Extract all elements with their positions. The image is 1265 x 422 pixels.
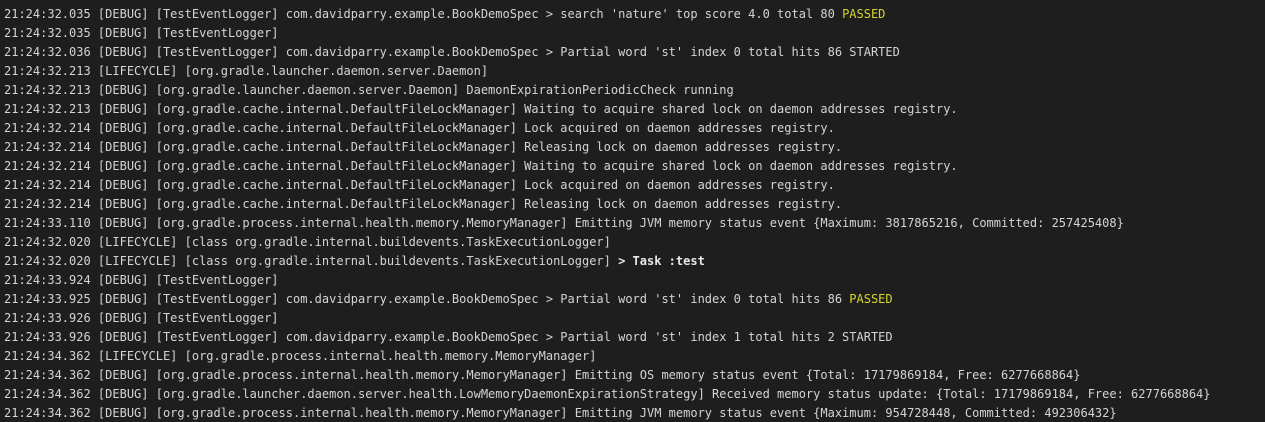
log-text: 21:24:32.213 [DEBUG] [org.gradle.launche… — [4, 83, 734, 97]
status-passed: PASSED — [849, 292, 893, 306]
log-line: 21:24:32.214 [DEBUG] [org.gradle.cache.i… — [4, 157, 1265, 176]
log-text: 21:24:32.036 [DEBUG] [TestEventLogger] c… — [4, 45, 900, 59]
log-line: 21:24:33.926 [DEBUG] [TestEventLogger] c… — [4, 328, 1265, 347]
log-text: 21:24:34.362 [DEBUG] [org.gradle.launche… — [4, 387, 1211, 401]
log-line: 21:24:32.213 [DEBUG] [org.gradle.launche… — [4, 81, 1265, 100]
log-line: 21:24:32.214 [DEBUG] [org.gradle.cache.i… — [4, 176, 1265, 195]
log-line: 21:24:33.926 [DEBUG] [TestEventLogger] — [4, 309, 1265, 328]
log-line: 21:24:32.214 [DEBUG] [org.gradle.cache.i… — [4, 138, 1265, 157]
log-line: 21:24:32.214 [DEBUG] [org.gradle.cache.i… — [4, 195, 1265, 214]
log-text: 21:24:32.214 [DEBUG] [org.gradle.cache.i… — [4, 178, 835, 192]
log-text: 21:24:32.213 [DEBUG] [org.gradle.cache.i… — [4, 102, 958, 116]
log-text: 21:24:32.214 [DEBUG] [org.gradle.cache.i… — [4, 197, 843, 211]
log-text: 21:24:32.214 [DEBUG] [org.gradle.cache.i… — [4, 121, 835, 135]
log-text: 21:24:32.020 [LIFECYCLE] [class org.grad… — [4, 235, 611, 249]
log-text: 21:24:33.926 [DEBUG] [TestEventLogger] c… — [4, 330, 893, 344]
log-text: 21:24:33.926 [DEBUG] [TestEventLogger] — [4, 311, 279, 325]
log-text: 21:24:32.214 [DEBUG] [org.gradle.cache.i… — [4, 140, 843, 154]
log-text: 21:24:33.925 [DEBUG] [TestEventLogger] c… — [4, 292, 850, 306]
log-line: 21:24:32.020 [LIFECYCLE] [class org.grad… — [4, 233, 1265, 252]
log-line: 21:24:32.020 [LIFECYCLE] [class org.grad… — [4, 252, 1265, 271]
log-line: 21:24:32.035 [DEBUG] [TestEventLogger] — [4, 24, 1265, 43]
log-text: 21:24:32.214 [DEBUG] [org.gradle.cache.i… — [4, 159, 958, 173]
log-text: 21:24:32.035 [DEBUG] [TestEventLogger] — [4, 26, 279, 40]
log-line: 21:24:32.214 [DEBUG] [org.gradle.cache.i… — [4, 119, 1265, 138]
log-text: 21:24:34.362 [DEBUG] [org.gradle.process… — [4, 368, 1081, 382]
log-line: 21:24:33.110 [DEBUG] [org.gradle.process… — [4, 214, 1265, 233]
log-line: 21:24:34.362 [DEBUG] [org.gradle.process… — [4, 366, 1265, 385]
terminal-output[interactable]: 21:24:32.035 [DEBUG] [TestEventLogger] c… — [0, 0, 1265, 422]
log-text: 21:24:32.213 [LIFECYCLE] [org.gradle.lau… — [4, 64, 489, 78]
log-text: 21:24:34.362 [LIFECYCLE] [org.gradle.pro… — [4, 349, 597, 363]
log-line: 21:24:32.213 [LIFECYCLE] [org.gradle.lau… — [4, 62, 1265, 81]
log-line: 21:24:33.924 [DEBUG] [TestEventLogger] — [4, 271, 1265, 290]
log-line: 21:24:34.362 [DEBUG] [org.gradle.process… — [4, 404, 1265, 422]
task-label: > Task :test — [618, 254, 705, 268]
log-line: 21:24:32.036 [DEBUG] [TestEventLogger] c… — [4, 43, 1265, 62]
log-line: 21:24:33.925 [DEBUG] [TestEventLogger] c… — [4, 290, 1265, 309]
log-text: 21:24:33.110 [DEBUG] [org.gradle.process… — [4, 216, 1124, 230]
log-text: 21:24:32.020 [LIFECYCLE] [class org.grad… — [4, 254, 619, 268]
log-line: 21:24:32.213 [DEBUG] [org.gradle.cache.i… — [4, 100, 1265, 119]
log-text: 21:24:33.924 [DEBUG] [TestEventLogger] — [4, 273, 279, 287]
log-line: 21:24:34.362 [DEBUG] [org.gradle.launche… — [4, 385, 1265, 404]
status-passed: PASSED — [842, 7, 886, 21]
log-text: 21:24:34.362 [DEBUG] [org.gradle.process… — [4, 406, 1117, 420]
log-text: 21:24:32.035 [DEBUG] [TestEventLogger] c… — [4, 7, 843, 21]
log-line: 21:24:32.035 [DEBUG] [TestEventLogger] c… — [4, 5, 1265, 24]
log-line: 21:24:34.362 [LIFECYCLE] [org.gradle.pro… — [4, 347, 1265, 366]
